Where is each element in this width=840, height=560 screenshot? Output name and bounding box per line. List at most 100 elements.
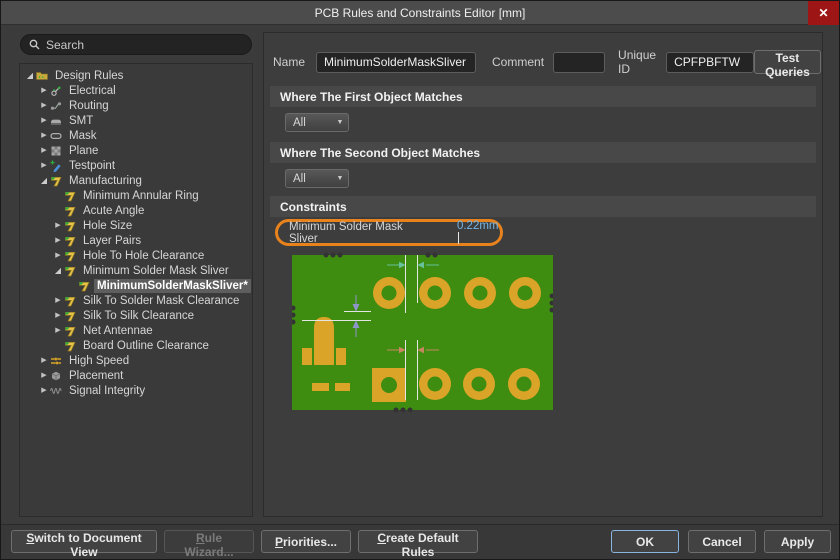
tree-item-label: Layer Pairs <box>80 234 144 248</box>
tree-item-label: Net Antennae <box>80 324 156 338</box>
expand-arrow-icon[interactable]: ▶ <box>52 218 64 233</box>
expand-arrow-icon[interactable]: ▶ <box>38 83 50 98</box>
routing-icon <box>50 100 63 112</box>
expand-arrow-icon[interactable]: ▶ <box>52 248 64 263</box>
tree-item-silk-to-solder-mask-clearance[interactable]: ▶ Silk To Solder Mask Clearance <box>20 293 252 308</box>
tree-item-net-antennae[interactable]: ▶ Net Antennae <box>20 323 252 338</box>
rule-icon <box>50 175 63 187</box>
expand-arrow-icon[interactable]: ▶ <box>38 113 50 128</box>
tree-item-signal-integrity[interactable]: ▶ Signal Integrity <box>20 383 252 398</box>
rule-icon <box>64 190 77 202</box>
placement-icon <box>50 370 63 382</box>
expand-arrow-icon[interactable]: ◢ <box>52 263 64 278</box>
folder-icon <box>36 70 49 82</box>
search-box[interactable] <box>20 34 252 55</box>
tree-item-mask[interactable]: ▶Mask <box>20 128 252 143</box>
text-caret <box>458 232 459 244</box>
chevron-down-icon: ▼ <box>332 175 348 182</box>
comment-input[interactable] <box>553 52 605 73</box>
expand-arrow-icon[interactable]: ▶ <box>52 308 64 323</box>
priorities-button[interactable]: Priorities... <box>261 530 351 553</box>
tree-item-layer-pairs[interactable]: ▶ Layer Pairs <box>20 233 252 248</box>
plane-icon <box>50 145 63 157</box>
tree-item-label: Signal Integrity <box>66 384 148 398</box>
constraint-highlight-ellipse: Minimum Solder Mask Sliver 0.22mm <box>275 219 503 246</box>
apply-button[interactable]: Apply <box>764 530 831 553</box>
dialog-title: PCB Rules and Constraints Editor [mm] <box>315 6 526 20</box>
tree-item-high-speed[interactable]: ▶High Speed <box>20 353 252 368</box>
tree-item-minimum-solder-mask-sliver[interactable]: ◢ Minimum Solder Mask Sliver <box>20 263 252 278</box>
tree-item-label: Placement <box>66 369 126 383</box>
create-default-rules-button[interactable]: Create Default Rules <box>358 530 478 553</box>
expand-arrow-icon[interactable]: ◢ <box>38 173 50 188</box>
rule-icon <box>78 280 91 292</box>
tree-item-label: MinimumSolderMaskSliver* <box>94 279 251 293</box>
rule-icon <box>64 205 77 217</box>
expand-arrow-icon[interactable]: ▶ <box>38 383 50 398</box>
pcb-rules-editor-dialog: PCB Rules and Constraints Editor [mm] ✕ … <box>0 0 840 560</box>
tree-item-label: Silk To Solder Mask Clearance <box>80 294 242 308</box>
tree-item-acute-angle[interactable]: Acute Angle <box>20 203 252 218</box>
tree-item-label: Plane <box>66 144 101 158</box>
tree-item-minimum-annular-ring[interactable]: Minimum Annular Ring <box>20 188 252 203</box>
rule-icon <box>64 250 77 262</box>
name-input[interactable] <box>316 52 476 73</box>
expand-arrow-icon[interactable]: ▶ <box>38 143 50 158</box>
name-label: Name <box>273 55 305 69</box>
expand-arrow-icon[interactable]: ▶ <box>38 128 50 143</box>
tree-item-label: Hole To Hole Clearance <box>80 249 207 263</box>
expand-arrow-icon[interactable]: ▶ <box>52 293 64 308</box>
tree-item-label: Routing <box>66 99 112 113</box>
testpoint-icon <box>50 160 63 172</box>
expand-arrow-icon[interactable]: ▶ <box>38 98 50 113</box>
second-match-value: All <box>286 173 332 185</box>
tree-item-plane[interactable]: ▶ Plane <box>20 143 252 158</box>
chevron-down-icon: ▼ <box>332 119 348 126</box>
rule-icon <box>64 220 77 232</box>
expand-arrow-icon[interactable]: ◢ <box>24 68 36 83</box>
expand-arrow-icon[interactable]: ▶ <box>38 353 50 368</box>
test-queries-button[interactable]: Test Queries <box>754 50 821 74</box>
search-input[interactable] <box>46 38 243 52</box>
tree-item-silk-to-silk-clearance[interactable]: ▶Silk To Silk Clearance <box>20 308 252 323</box>
tree-item-routing[interactable]: ▶ Routing <box>20 98 252 113</box>
highspeed-icon <box>50 355 63 367</box>
tree-item-smt[interactable]: ▶SMT <box>20 113 252 128</box>
first-object-matches-header: Where The First Object Matches <box>270 86 816 107</box>
expand-arrow-icon[interactable]: ▶ <box>38 368 50 383</box>
tree-item-board-outline-clearance[interactable]: Board Outline Clearance <box>20 338 252 353</box>
tree-item-testpoint[interactable]: ▶ Testpoint <box>20 158 252 173</box>
identification-row: Name Comment Unique ID Test Queries <box>273 50 813 74</box>
ok-button[interactable]: OK <box>611 530 679 553</box>
tree-item-hole-to-hole-clearance[interactable]: ▶ Hole To Hole Clearance <box>20 248 252 263</box>
cancel-button[interactable]: Cancel <box>688 530 756 553</box>
switch-to-document-view-button[interactable]: Switch to Document View <box>11 530 157 553</box>
sidebar: ◢Design Rules▶Electrical▶Routing▶SMT▶Mas… <box>19 32 253 517</box>
expand-arrow-icon[interactable]: ▶ <box>52 233 64 248</box>
comment-label: Comment <box>492 55 544 69</box>
search-icon <box>29 39 40 50</box>
min-solder-mask-sliver-input[interactable]: 0.22mm <box>457 220 500 244</box>
rules-tree: ◢Design Rules▶Electrical▶Routing▶SMT▶Mas… <box>19 63 253 517</box>
smt-icon <box>50 115 63 127</box>
first-match-dropdown[interactable]: All ▼ <box>285 113 349 132</box>
electrical-icon <box>50 85 63 97</box>
mask-icon <box>50 130 63 142</box>
tree-item-electrical[interactable]: ▶Electrical <box>20 83 252 98</box>
tree-item-hole-size[interactable]: ▶Hole Size <box>20 218 252 233</box>
tree-item-label: Manufacturing <box>66 174 145 188</box>
expand-arrow-icon[interactable]: ▶ <box>38 158 50 173</box>
tree-item-manufacturing[interactable]: ◢ Manufacturing <box>20 173 252 188</box>
tree-item-minimumsoldermasksliver[interactable]: MinimumSolderMaskSliver* <box>20 278 252 293</box>
close-icon[interactable]: ✕ <box>808 1 839 25</box>
tree-item-placement[interactable]: ▶ Placement <box>20 368 252 383</box>
tree-item-label: Testpoint <box>66 159 118 173</box>
second-object-matches-header: Where The Second Object Matches <box>270 142 816 163</box>
tree-item-label: Minimum Solder Mask Sliver <box>80 264 232 278</box>
expand-arrow-icon[interactable]: ▶ <box>52 323 64 338</box>
rule-icon <box>64 310 77 322</box>
tree-item-label: Minimum Annular Ring <box>80 189 202 203</box>
second-match-dropdown[interactable]: All ▼ <box>285 169 349 188</box>
tree-item-design-rules[interactable]: ◢Design Rules <box>20 68 252 83</box>
unique-id-input[interactable] <box>666 52 754 73</box>
